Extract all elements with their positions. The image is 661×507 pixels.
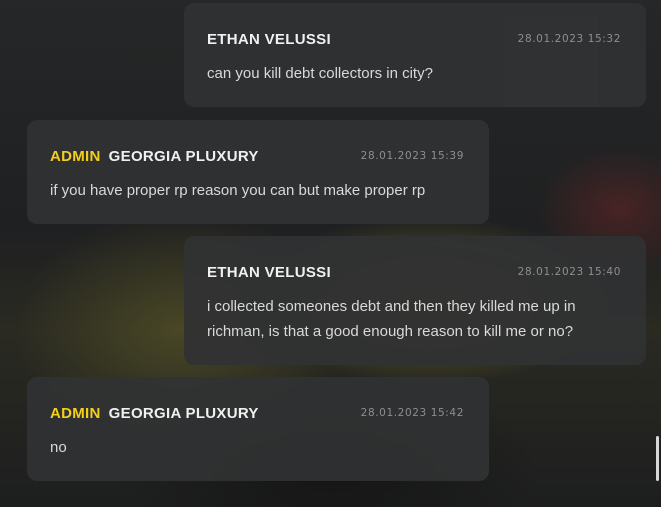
message-header: ETHAN VELUSSI 28.01.2023 15:32 [207,30,621,48]
message-header: ADMIN GEORGIA PLUXURY 28.01.2023 15:39 [50,147,464,165]
message-text: can you kill debt collectors in city? [207,65,433,82]
message-timestamp: 28.01.2023 15:42 [360,407,464,419]
message-author: ETHAN VELUSSI [207,263,331,281]
message-header: ADMIN GEORGIA PLUXURY 28.01.2023 15:42 [50,404,464,422]
message-text: i collected someones debt and then they … [207,298,576,340]
message-text: no [50,439,67,456]
message-author: GEORGIA PLUXURY [108,147,259,165]
chat-message-admin: ADMIN GEORGIA PLUXURY 28.01.2023 15:42 n… [27,377,489,481]
chat-message-player: ETHAN VELUSSI 28.01.2023 15:40 i collect… [184,236,646,365]
message-author: GEORGIA PLUXURY [108,404,259,422]
message-timestamp: 28.01.2023 15:39 [360,150,464,162]
chat-message-player: ETHAN VELUSSI 28.01.2023 15:32 can you k… [184,3,646,107]
admin-tag: ADMIN [50,404,101,422]
message-timestamp: 28.01.2023 15:32 [517,33,621,45]
message-author: ETHAN VELUSSI [207,30,331,48]
message-header: ETHAN VELUSSI 28.01.2023 15:40 [207,263,621,281]
chat-scrollbar[interactable] [656,436,659,481]
message-timestamp: 28.01.2023 15:40 [517,266,621,278]
admin-tag: ADMIN [50,147,101,165]
message-text: if you have proper rp reason you can but… [50,182,426,199]
chat-message-admin: ADMIN GEORGIA PLUXURY 28.01.2023 15:39 i… [27,120,489,224]
